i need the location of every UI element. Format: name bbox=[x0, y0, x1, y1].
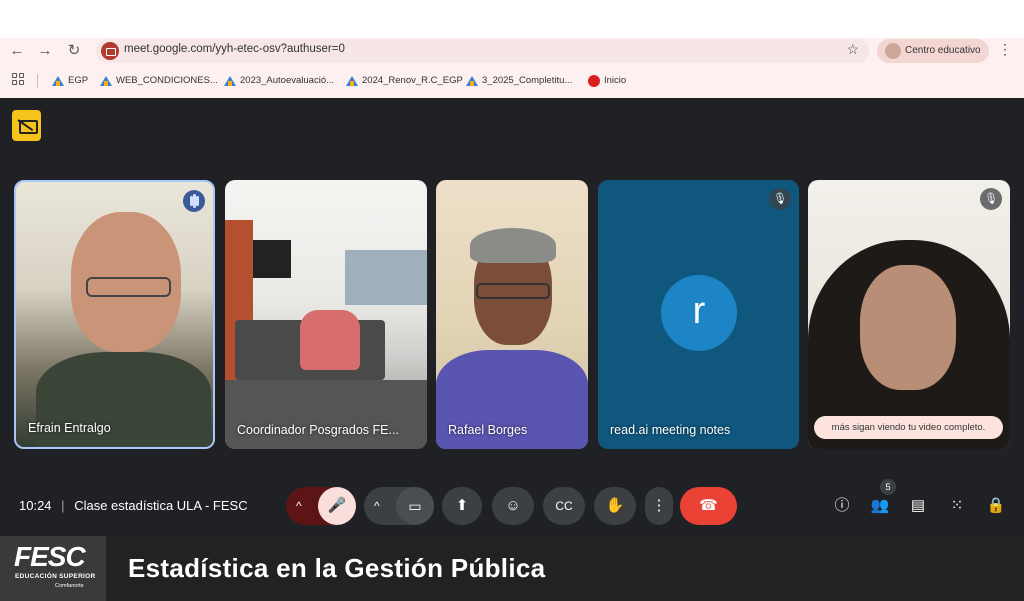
logo-subtitle: EDUCACIÓN SUPERIOR bbox=[15, 573, 96, 580]
mic-off-icon: 🎙 bbox=[769, 188, 791, 210]
people-icon[interactable]: 👥 bbox=[868, 495, 892, 517]
info-separator: | bbox=[61, 498, 65, 513]
drive-icon bbox=[466, 76, 478, 86]
browser-menu-icon[interactable]: ⋮ bbox=[998, 41, 1012, 58]
bookmark-item[interactable]: WEB_CONDICIONES... bbox=[100, 72, 218, 90]
speaker bbox=[253, 240, 291, 278]
forward-icon[interactable]: → bbox=[35, 41, 55, 61]
participant-avatar: r bbox=[661, 275, 737, 351]
meeting-details-icon[interactable]: ⓘ bbox=[830, 495, 854, 517]
participant-hair bbox=[470, 228, 556, 263]
bookmark-item[interactable]: EGP bbox=[52, 72, 88, 90]
bookmark-item[interactable]: 2023_Autoevaluació... bbox=[224, 72, 334, 90]
back-icon[interactable]: ← bbox=[7, 41, 27, 61]
present-screen-button[interactable]: ⬆ bbox=[442, 487, 482, 525]
course-banner: FESC EDUCACIÓN SUPERIOR Comfanorte Estad… bbox=[0, 536, 1024, 601]
activities-icon[interactable]: ⁙ bbox=[945, 495, 969, 517]
leave-call-button[interactable]: ☎ bbox=[680, 487, 737, 525]
course-title: Estadística en la Gestión Pública bbox=[128, 553, 546, 583]
participant-tile[interactable]: Coordinador Posgrados FE... bbox=[225, 180, 427, 449]
address-bar[interactable]: meet.google.com/yyh-etec-osv?authuser=0 … bbox=[96, 39, 869, 63]
camera-control-group[interactable]: ^ ▭ bbox=[364, 487, 434, 525]
bookmark-separator bbox=[37, 74, 38, 88]
drive-icon bbox=[52, 76, 64, 86]
logo-brand: Comfanorte bbox=[55, 583, 84, 589]
floor bbox=[225, 380, 427, 449]
participant-tile[interactable]: Rafael Borges bbox=[436, 180, 588, 449]
bookmark-item[interactable]: Inicio bbox=[588, 72, 626, 90]
bookmark-item[interactable]: 2024_Renov_R.C_EGP bbox=[346, 72, 463, 90]
captions-button[interactable]: CC bbox=[543, 487, 585, 525]
fesc-icon bbox=[588, 75, 600, 87]
bookmark-star-icon[interactable]: ☆ bbox=[846, 41, 859, 58]
drive-icon bbox=[346, 76, 358, 86]
url-text: meet.google.com/yyh-etec-osv?authuser=0 bbox=[124, 43, 345, 55]
live-caption: más sigan viendo tu video completo. bbox=[814, 416, 1003, 439]
chat-icon[interactable]: ▤ bbox=[906, 495, 930, 517]
bookmark-item[interactable]: 3_2025_Completitu... bbox=[466, 72, 572, 90]
participant-tile[interactable]: 🎙 r read.ai meeting notes bbox=[598, 180, 799, 449]
host-controls-icon[interactable]: 🔒 bbox=[984, 495, 1008, 517]
profile-button[interactable]: Centro educativo bbox=[877, 39, 989, 63]
projection-screen bbox=[345, 250, 427, 305]
top-margin bbox=[0, 0, 1024, 38]
reload-icon[interactable]: ↻ bbox=[64, 41, 84, 61]
speaking-indicator-icon bbox=[183, 190, 205, 212]
meeting-time: 10:24 bbox=[19, 498, 52, 513]
meet-stage: Efrain Entralgo Coordinador Posgrados FE… bbox=[0, 98, 1024, 536]
site-info-icon[interactable] bbox=[101, 42, 119, 60]
drive-icon bbox=[100, 76, 112, 86]
more-options-button[interactable]: ⋮ bbox=[645, 487, 673, 525]
camera-button[interactable]: ▭ bbox=[396, 487, 434, 525]
mic-control-group[interactable]: ^ 🎤 bbox=[286, 487, 356, 525]
mic-options-chevron-icon[interactable]: ^ bbox=[296, 487, 302, 525]
profile-avatar bbox=[885, 43, 901, 59]
participant-name: Rafael Borges bbox=[448, 423, 528, 437]
bookmarks-bar: EGP WEB_CONDICIONES... 2023_Autoevaluaci… bbox=[0, 70, 1024, 92]
browser-chrome: ← → ↻ meet.google.com/yyh-etec-osv?authu… bbox=[0, 38, 1024, 98]
fesc-logo: FESC EDUCACIÓN SUPERIOR Comfanorte bbox=[0, 536, 106, 601]
drive-icon bbox=[224, 76, 236, 86]
navigation-bar: ← → ↻ meet.google.com/yyh-etec-osv?authu… bbox=[0, 38, 1024, 64]
participant-name: read.ai meeting notes bbox=[610, 423, 731, 437]
apps-grid-icon[interactable] bbox=[12, 73, 26, 87]
meeting-title: Clase estadística ULA - FESC bbox=[74, 498, 248, 513]
camera-options-chevron-icon[interactable]: ^ bbox=[374, 487, 380, 525]
participant-count-badge: 5 bbox=[880, 479, 896, 495]
mic-off-button[interactable]: 🎤 bbox=[318, 487, 356, 525]
glasses bbox=[86, 277, 171, 297]
participant-tile[interactable]: Efrain Entralgo bbox=[14, 180, 215, 449]
raise-hand-button[interactable]: ✋ bbox=[594, 487, 636, 525]
participant-face bbox=[860, 265, 956, 390]
meeting-info: 10:24 | Clase estadística ULA - FESC bbox=[19, 498, 248, 513]
student bbox=[300, 310, 360, 370]
participant-name: Coordinador Posgrados FE... bbox=[237, 423, 399, 437]
glasses bbox=[476, 283, 550, 299]
participant-tile[interactable]: 🎙 más sigan viendo tu video completo. bbox=[808, 180, 1010, 449]
participant-name: Efrain Entralgo bbox=[28, 421, 111, 435]
logo-text: FESC bbox=[14, 541, 86, 572]
mic-off-icon: 🎙 bbox=[980, 188, 1002, 210]
profile-label: Centro educativo bbox=[905, 45, 981, 56]
captions-off-icon[interactable] bbox=[12, 110, 41, 141]
emoji-reaction-button[interactable]: ☺ bbox=[492, 487, 534, 525]
